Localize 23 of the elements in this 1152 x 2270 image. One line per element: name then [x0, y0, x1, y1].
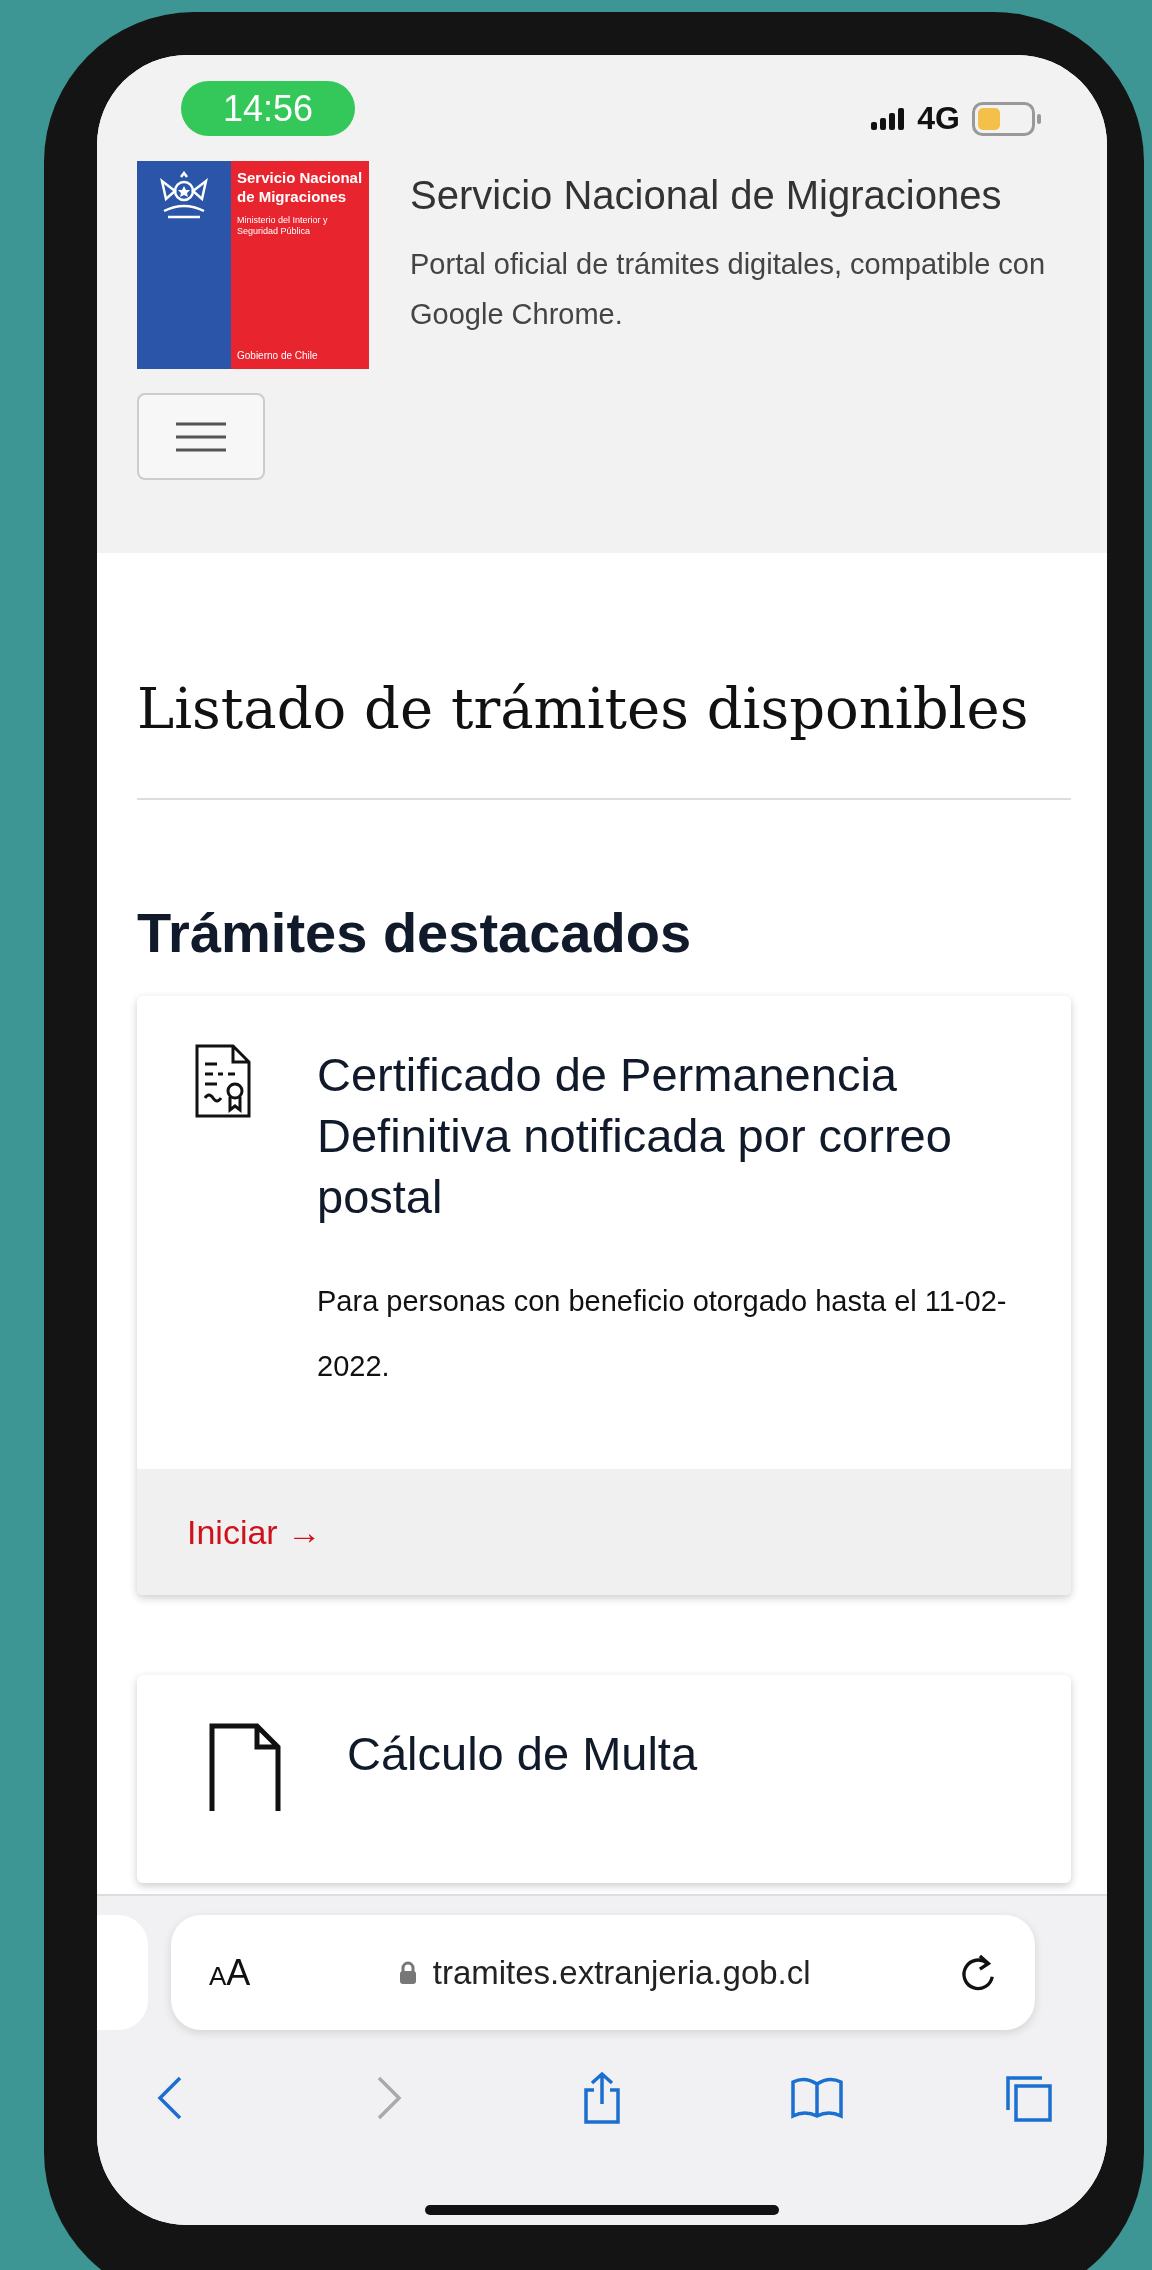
- card-description: Para personas con beneficio otorgado hasta el 11-02-2022.: [317, 1284, 1008, 1384]
- network-label: 4G: [917, 100, 960, 137]
- site-title: Servicio Nacional de Migraciones: [410, 172, 1003, 219]
- url-text: tramites.extranjeria.gob.cl: [432, 1953, 811, 1992]
- text-size-button[interactable]: AA: [209, 1951, 251, 1994]
- document-icon: [209, 1723, 281, 1813]
- start-link[interactable]: Iniciar →: [187, 1512, 322, 1552]
- menu-icon: [176, 421, 226, 452]
- card-title: Cálculo de Multa: [347, 1726, 698, 1782]
- signal-icon: [871, 107, 906, 130]
- certificate-icon: [195, 1044, 251, 1118]
- logo-ministry: Ministerio del Interior y Seguridad Pública: [237, 214, 329, 238]
- section-title: Trámites destacados: [137, 900, 693, 966]
- card-title: Certificado de Permanencia Definitiva notificada por correo postal: [317, 1047, 953, 1225]
- battery-icon: [972, 101, 1042, 136]
- site-subtitle: Portal oficial de trámites digitales, compatible con Google Chrome.: [410, 247, 1047, 332]
- page-title: Listado de trámites disponibles: [137, 675, 1030, 743]
- status-time: 14:56: [181, 81, 355, 136]
- menu-button[interactable]: [137, 393, 265, 480]
- address-bar[interactable]: AA tramites.extranjeria.gob.cl: [171, 1915, 1035, 2030]
- logo-title: Servicio Nacional de Migraciones: [237, 169, 363, 207]
- logo-footer: Gobierno de Chile: [237, 350, 363, 361]
- lock-icon: [398, 1960, 417, 1985]
